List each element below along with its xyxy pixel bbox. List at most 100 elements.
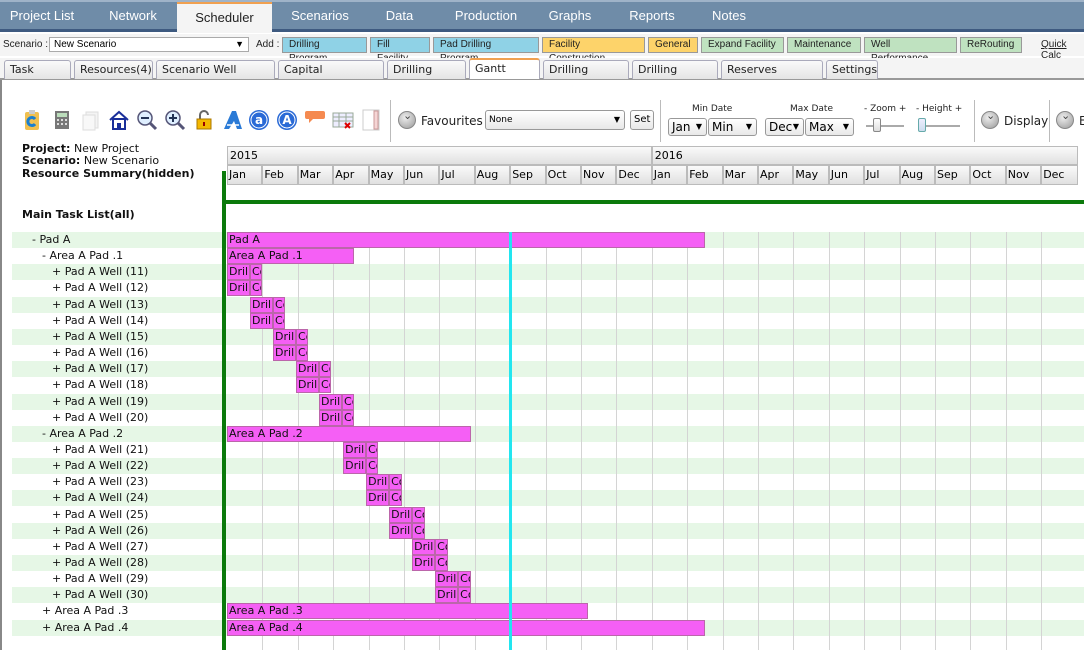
task-row-label[interactable]: + Pad A Well (25) (52, 507, 148, 523)
add-fill-facility-button[interactable]: Fill Facility (370, 37, 430, 64)
favourites-expand-button[interactable] (398, 109, 416, 129)
height-slider-thumb[interactable] (918, 118, 927, 132)
completion-bar[interactable]: Co (412, 522, 425, 539)
task-row-label[interactable]: + Pad A Well (18) (52, 377, 148, 393)
favourites-select[interactable]: None ▼ (485, 110, 625, 130)
subtab-resources-4[interactable]: Resources(4) (74, 60, 153, 79)
subtab-drilling-delays[interactable]: Drilling Delays (632, 60, 718, 93)
delete-table-icon[interactable] (332, 109, 354, 131)
drill-bar[interactable]: Drill (366, 490, 390, 507)
calculator-icon[interactable] (51, 109, 73, 131)
completion-bar[interactable]: Co (366, 458, 379, 475)
scenario-select[interactable]: New Scenario ▼ (49, 37, 249, 52)
nav-tab-reports[interactable]: Reports (614, 2, 690, 31)
completion-bar[interactable]: Co (250, 280, 263, 297)
zoom-in-icon[interactable] (164, 109, 186, 131)
subtab-task-editor[interactable]: Task Editor (4, 60, 71, 93)
drill-bar[interactable]: Drill (435, 587, 459, 604)
task-row-label[interactable]: + Pad A Well (16) (52, 345, 148, 361)
drill-bar[interactable]: Drill (343, 458, 367, 475)
completion-bar[interactable]: Co (435, 538, 448, 555)
subtab-scenario-well-list-0[interactable]: Scenario Well List(0) (156, 60, 275, 93)
main-task-list-title[interactable]: Main Task List(all) (22, 208, 135, 221)
drill-bar[interactable]: Drill (412, 538, 436, 555)
drill-bar[interactable]: Drill (343, 441, 367, 458)
task-row-label[interactable]: + Pad A Well (21) (52, 442, 148, 458)
drill-bar[interactable]: Drill (227, 264, 250, 281)
nav-tab-graphs[interactable]: Graphs (532, 2, 608, 31)
display-expand-button[interactable] (981, 109, 999, 129)
zoom-out-icon[interactable] (136, 109, 158, 131)
task-row-label[interactable]: - Area A Pad .1 (42, 248, 123, 264)
completion-bar[interactable]: Co (389, 490, 402, 507)
task-row-label[interactable]: + Pad A Well (28) (52, 555, 148, 571)
completion-bar[interactable]: Co (296, 328, 309, 345)
max-value-select[interactable]: Max ▼ (805, 118, 854, 136)
task-row-label[interactable]: - Area A Pad .2 (42, 426, 123, 442)
add-pad-drilling-program-button[interactable]: Pad Drilling Program (433, 37, 539, 64)
min-month-select[interactable]: Jan ▼ (668, 118, 707, 136)
nav-tab-data[interactable]: Data (372, 2, 427, 31)
drill-bar[interactable]: Drill (412, 555, 436, 571)
task-row-label[interactable]: - Pad A (32, 232, 70, 248)
completion-bar[interactable]: Co (389, 474, 402, 491)
resource-summary-toggle[interactable]: Resource Summary(hidden) (22, 167, 195, 180)
completion-bar[interactable]: Co (319, 361, 332, 378)
completion-bar[interactable]: Co (250, 264, 263, 281)
task-row-label[interactable]: + Pad A Well (23) (52, 474, 148, 490)
zoom-slider[interactable] (866, 118, 904, 132)
completion-bar[interactable]: Co (296, 345, 309, 362)
completion-bar[interactable]: Co (366, 441, 379, 458)
task-row-label[interactable]: + Area A Pad .4 (42, 620, 128, 636)
completion-bar[interactable]: Co (458, 587, 471, 604)
add-maintenance-button[interactable]: Maintenance (787, 37, 861, 53)
task-row-label[interactable]: + Area A Pad .3 (42, 603, 128, 619)
completion-bar[interactable]: Co (273, 312, 286, 329)
task-row-label[interactable]: + Pad A Well (19) (52, 394, 148, 410)
drill-bar[interactable]: Drill (250, 296, 273, 313)
font-style-icon[interactable] (222, 109, 244, 131)
nav-tab-scenarios[interactable]: Scenarios (275, 2, 365, 31)
task-row-label[interactable]: + Pad A Well (14) (52, 313, 148, 329)
summary-bar[interactable]: Area A Pad .4 (227, 619, 705, 636)
drill-bar[interactable]: Drill (389, 522, 413, 539)
drill-bar[interactable]: Drill (250, 312, 273, 329)
completion-bar[interactable]: Co (273, 296, 286, 313)
add-general-button[interactable]: General (648, 37, 698, 53)
uppercase-a-icon[interactable]: A (276, 109, 298, 131)
min-value-select[interactable]: Min ▼ (708, 118, 757, 136)
nav-tab-production[interactable]: Production (442, 2, 530, 31)
drill-bar[interactable]: Drill (296, 361, 320, 378)
summary-bar[interactable]: Area A Pad .1 (227, 248, 355, 265)
drill-bar[interactable]: Drill (227, 280, 250, 297)
task-row-label[interactable]: + Pad A Well (30) (52, 587, 148, 603)
subtab-gantt-chart[interactable]: Gantt Chart (469, 58, 540, 92)
unlock-icon[interactable] (193, 109, 215, 131)
task-row-label[interactable]: + Pad A Well (13) (52, 297, 148, 313)
summary-bar[interactable]: Area A Pad .3 (227, 603, 589, 620)
height-slider[interactable] (918, 118, 960, 132)
home-icon[interactable] (108, 109, 130, 131)
add-rerouting-button[interactable]: ReRouting (960, 37, 1022, 53)
subtab-drilling-rules[interactable]: Drilling Rules (387, 60, 466, 93)
nav-tab-network[interactable]: Network (88, 2, 178, 31)
drill-bar[interactable]: Drill (319, 409, 343, 426)
refresh-clipboard-icon[interactable] (21, 109, 43, 131)
task-row-label[interactable]: + Pad A Well (24) (52, 490, 148, 506)
task-row-label[interactable]: + Pad A Well (15) (52, 329, 148, 345)
drill-bar[interactable]: Drill (273, 345, 297, 362)
nav-tab-project-list[interactable]: Project List (0, 2, 84, 31)
completion-bar[interactable]: Co (412, 506, 425, 523)
set-favourite-button[interactable]: Set (630, 110, 654, 130)
subtab-settings[interactable]: Settings (826, 60, 878, 79)
task-row-label[interactable]: + Pad A Well (22) (52, 458, 148, 474)
summary-bar[interactable]: Pad A (227, 232, 705, 248)
completion-bar[interactable]: Co (342, 393, 355, 410)
task-row-label[interactable]: + Pad A Well (20) (52, 410, 148, 426)
drill-bar[interactable]: Drill (296, 377, 320, 394)
task-row-label[interactable]: + Pad A Well (17) (52, 361, 148, 377)
nav-tab-notes[interactable]: Notes (694, 2, 764, 31)
completion-bar[interactable]: Co (458, 571, 471, 588)
add-facility-construction-button[interactable]: Facility Construction (542, 37, 645, 64)
task-row-label[interactable]: + Pad A Well (27) (52, 539, 148, 555)
